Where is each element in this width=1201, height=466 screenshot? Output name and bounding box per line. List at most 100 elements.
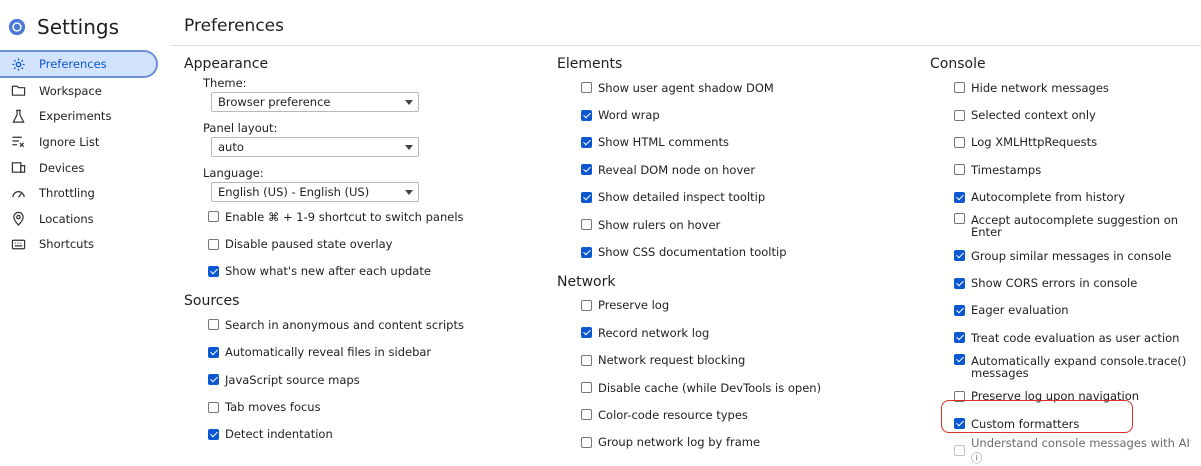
sidebar-item-locations[interactable]: Locations	[0, 206, 170, 232]
checkbox[interactable]	[208, 265, 219, 277]
checkbox[interactable]	[581, 382, 592, 394]
checkbox[interactable]	[954, 82, 965, 94]
sidebar-item-label: Throttling	[39, 186, 95, 201]
checkbox-row-show-cors-errors-in-console[interactable]: Show CORS errors in console	[930, 269, 1200, 296]
checkbox-row-group-network-log-by-frame[interactable]: Group network log by frame	[557, 429, 897, 456]
sidebar-item-ignore-list[interactable]: Ignore List	[0, 129, 170, 155]
checkbox[interactable]	[581, 436, 592, 448]
checkbox-row-detect-indentation[interactable]: Detect indentation	[184, 421, 524, 448]
checkbox[interactable]	[208, 211, 219, 223]
checkbox[interactable]	[581, 136, 592, 148]
checkbox-label: Record network log	[598, 325, 710, 340]
sidebar-item-throttling[interactable]: Throttling	[0, 180, 170, 206]
checkbox[interactable]	[581, 299, 592, 311]
checkbox-row-reveal-dom-node-on-hover[interactable]: Reveal DOM node on hover	[557, 156, 897, 183]
checkbox-row-show-what-s-new-after-each-update[interactable]: Show what's new after each update	[184, 258, 524, 285]
checkbox[interactable]	[954, 353, 965, 365]
checkbox-row-show-css-documentation-tooltip[interactable]: Show CSS documentation tooltip	[557, 238, 897, 265]
panel-layout-select[interactable]: auto	[211, 137, 419, 157]
checkbox[interactable]	[208, 346, 219, 358]
sidebar-item-experiments[interactable]: Experiments	[0, 104, 170, 130]
sidebar-item-devices[interactable]: Devices	[0, 155, 170, 181]
chevron-down-icon	[405, 100, 413, 105]
checkbox-row-color-code-resource-types[interactable]: Color-code resource types	[557, 401, 897, 428]
checkbox[interactable]	[208, 238, 219, 250]
checkbox[interactable]	[208, 319, 219, 331]
checkbox-row-autocomplete-from-history[interactable]: Autocomplete from history	[930, 184, 1200, 211]
checkbox-row-hide-network-messages[interactable]: Hide network messages	[930, 74, 1200, 101]
sidebar-item-label: Preferences	[39, 57, 107, 71]
checkbox-row-treat-code-evaluation-as-user-action[interactable]: Treat code evaluation as user action	[930, 324, 1200, 351]
checkbox-row-network-request-blocking[interactable]: Network request blocking	[557, 347, 897, 374]
checkbox-row-tab-moves-focus[interactable]: Tab moves focus	[184, 393, 524, 420]
checkbox[interactable]	[581, 82, 592, 94]
language-select[interactable]: English (US) - English (US)	[211, 182, 419, 202]
theme-select-value: Browser preference	[218, 95, 331, 109]
checkbox-label: Tab moves focus	[225, 400, 321, 415]
checkbox-row-log-xmlhttprequests[interactable]: Log XMLHttpRequests	[930, 129, 1200, 156]
chevron-down-icon	[405, 190, 413, 195]
checkbox-row-word-wrap[interactable]: Word wrap	[557, 101, 897, 128]
sidebar-item-label: Shortcuts	[39, 237, 94, 252]
sidebar-item-workspace[interactable]: Workspace	[0, 78, 170, 104]
checkbox-row-eager-evaluation[interactable]: Eager evaluation	[930, 297, 1200, 324]
checkbox[interactable]	[954, 332, 965, 344]
page-title: Preferences	[184, 16, 284, 36]
checkbox-row-show-rulers-on-hover[interactable]: Show rulers on hover	[557, 211, 897, 238]
checkbox[interactable]	[954, 250, 965, 262]
checkbox[interactable]	[581, 354, 592, 366]
checkbox-row-disable-cache-while-devtools-is-open[interactable]: Disable cache (while DevTools is open)	[557, 374, 897, 401]
checkbox-row-group-similar-messages-in-console[interactable]: Group similar messages in console	[930, 242, 1200, 269]
checkbox[interactable]	[954, 191, 965, 203]
checkbox-row-automatically-expand-console-trace-messages[interactable]: Automatically expand console.trace() mes…	[930, 352, 1200, 383]
checkbox-label: Disable cache (while DevTools is open)	[598, 380, 822, 395]
sidebar-item-preferences[interactable]: Preferences	[0, 50, 158, 78]
checkbox[interactable]	[954, 277, 965, 289]
checkbox[interactable]	[581, 191, 592, 203]
checkbox[interactable]	[208, 401, 219, 413]
checkbox[interactable]	[581, 327, 592, 339]
checkbox-label: Timestamps	[971, 162, 1042, 177]
sidebar-nav: Preferences Workspace Experiments Ignore…	[0, 50, 170, 257]
checkbox[interactable]	[208, 374, 219, 386]
settings-title: Settings	[37, 15, 120, 39]
checkbox-row-search-in-anonymous-and-content-scripts[interactable]: Search in anonymous and content scripts	[184, 311, 524, 338]
checkbox[interactable]	[208, 428, 219, 440]
sources-options: Search in anonymous and content scripts A…	[184, 311, 524, 448]
language-select-value: English (US) - English (US)	[218, 185, 370, 199]
checkbox-row-record-network-log[interactable]: Record network log	[557, 319, 897, 346]
checkbox-label: Show CORS errors in console	[971, 276, 1138, 291]
checkbox[interactable]	[581, 219, 592, 231]
checkbox-row-accept-autocomplete-suggestion-on-enter[interactable]: Accept autocomplete suggestion on Enter	[930, 211, 1200, 242]
theme-select[interactable]: Browser preference	[211, 92, 419, 112]
sidebar-item-shortcuts[interactable]: Shortcuts	[0, 232, 170, 258]
checkbox[interactable]	[581, 109, 592, 121]
checkbox-row-show-user-agent-shadow-dom[interactable]: Show user agent shadow DOM	[557, 74, 897, 101]
checkbox[interactable]	[954, 136, 965, 148]
checkbox-row-automatically-reveal-files-in-sidebar[interactable]: Automatically reveal files in sidebar	[184, 339, 524, 366]
checkbox-row-timestamps[interactable]: Timestamps	[930, 156, 1200, 183]
checkbox-label: Enable ⌘ + 1-9 shortcut to switch panels	[225, 209, 464, 224]
checkbox[interactable]	[581, 164, 592, 176]
appearance-options: Enable ⌘ + 1-9 shortcut to switch panels…	[184, 203, 524, 285]
checkbox-row-disable-paused-state-overlay[interactable]: Disable paused state overlay	[184, 230, 524, 257]
checkbox-row-javascript-source-maps[interactable]: JavaScript source maps	[184, 366, 524, 393]
theme-label: Theme:	[203, 76, 247, 90]
checkbox-row-understand-console-messages-with-ai[interactable]: Understand console messages with AI ⓘ	[930, 436, 1200, 465]
checkbox[interactable]	[954, 164, 965, 176]
checkbox[interactable]	[954, 212, 965, 224]
checkbox[interactable]	[581, 409, 592, 421]
checkbox-row-selected-context-only[interactable]: Selected context only	[930, 101, 1200, 128]
checkbox-row-enable-1-9-shortcut-to-switch-panels[interactable]: Enable ⌘ + 1-9 shortcut to switch panels	[184, 203, 524, 230]
checkbox-row-preserve-log[interactable]: Preserve log	[557, 292, 897, 319]
custom-formatters-highlight	[941, 400, 1133, 433]
checkbox[interactable]	[954, 109, 965, 121]
checkbox[interactable]	[581, 246, 592, 258]
checkbox[interactable]	[954, 304, 965, 316]
section-title-sources: Sources	[184, 293, 240, 310]
checkbox-label: Preserve log	[598, 298, 670, 313]
checkbox-label: JavaScript source maps	[225, 372, 360, 387]
checkbox-row-show-detailed-inspect-tooltip[interactable]: Show detailed inspect tooltip	[557, 184, 897, 211]
checkbox-row-show-html-comments[interactable]: Show HTML comments	[557, 129, 897, 156]
sidebar-item-label: Workspace	[39, 83, 102, 98]
